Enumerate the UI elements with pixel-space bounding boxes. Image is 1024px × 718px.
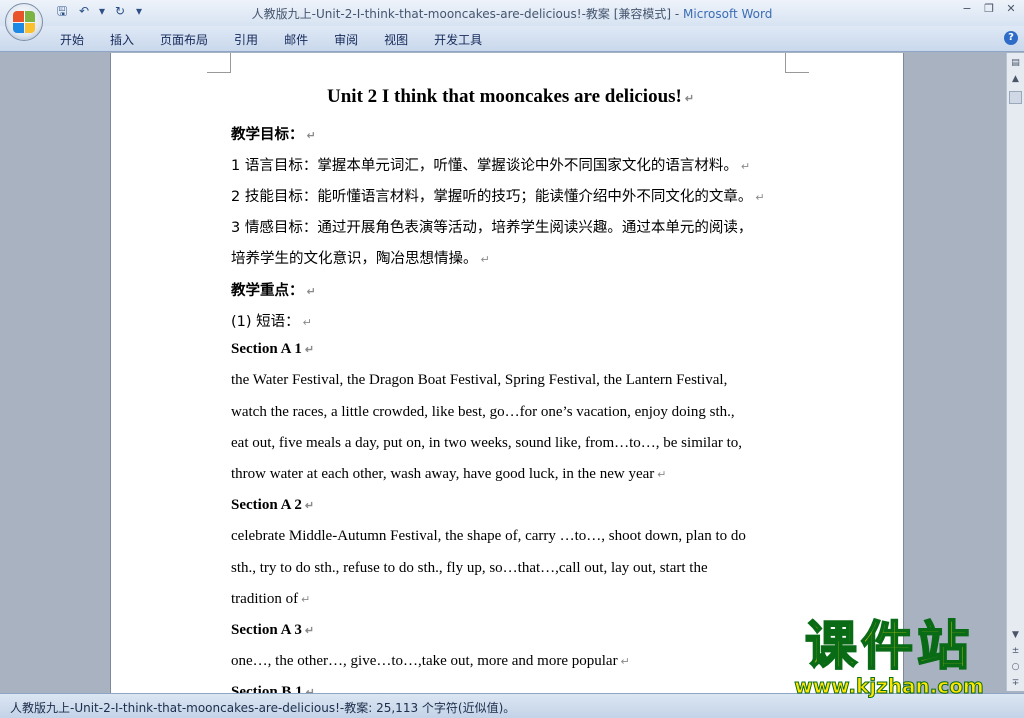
- doc-line: one…, the other…, give…to…,take out, mor…: [231, 653, 630, 669]
- doc-line: (1) 短语： ↵: [231, 314, 312, 330]
- tab-developer[interactable]: 开发工具: [434, 31, 482, 48]
- window-controls: − ❐ ✕: [960, 2, 1018, 15]
- doc-line: 3 情感目标：通过开展角色表演等活动，培养学生阅读兴趣。通过本单元的阅读，: [231, 220, 753, 236]
- margin-crop-mark: [207, 53, 231, 73]
- doc-line: celebrate Middle-Autumn Festival, the sh…: [231, 528, 746, 544]
- office-logo-icon: [13, 11, 35, 33]
- paragraph-mark: ↵: [684, 93, 695, 105]
- document-name: 人教版九上-Unit-2-I-think-that-mooncakes-are-…: [251, 7, 672, 21]
- tab-view[interactable]: 视图: [384, 31, 408, 48]
- minimize-icon[interactable]: −: [960, 2, 974, 15]
- document-page[interactable]: Unit 2 I think that mooncakes are delici…: [110, 53, 904, 693]
- office-button[interactable]: [5, 3, 43, 41]
- restore-icon[interactable]: ❐: [982, 2, 996, 15]
- app-name: Microsoft Word: [683, 7, 773, 21]
- tab-insert[interactable]: 插入: [110, 31, 134, 48]
- doc-line: Section A 2 ↵: [231, 497, 315, 513]
- close-icon[interactable]: ✕: [1004, 2, 1018, 15]
- help-icon[interactable]: ?: [1004, 31, 1018, 45]
- tab-page-layout[interactable]: 页面布局: [160, 31, 208, 48]
- doc-line: 2 技能目标：能听懂语言材料，掌握听的技巧；能读懂介绍中外不同文化的文章。 ↵: [231, 189, 765, 205]
- status-text: 人教版九上-Unit-2-I-think-that-mooncakes-are-…: [10, 701, 516, 715]
- window-title: 人教版九上-Unit-2-I-think-that-mooncakes-are-…: [251, 7, 773, 21]
- doc-line: tradition of ↵: [231, 591, 311, 607]
- scroll-down-icon[interactable]: ▼: [1009, 629, 1022, 642]
- vertical-scrollbar[interactable]: ▤ ▲ ▼ ± ○ ∓: [1006, 53, 1024, 691]
- scroll-up-icon[interactable]: ▲: [1009, 73, 1022, 86]
- doc-line: eat out, five meals a day, put on, in tw…: [231, 435, 743, 451]
- doc-line: 培养学生的文化意识，陶冶思想情操。 ↵: [231, 251, 490, 267]
- ruler-toggle-icon[interactable]: ▤: [1009, 57, 1022, 70]
- doc-line: 1 语言目标：掌握本单元词汇，听懂、掌握谈论中外不同国家文化的语言材料。 ↵: [231, 158, 751, 174]
- doc-line: 教学目标： ↵: [231, 127, 316, 143]
- watermark-url: www.kjzhan.com: [794, 674, 985, 699]
- doc-line: sth., try to do sth., refuse to do sth.,…: [231, 560, 708, 576]
- tab-home[interactable]: 开始: [60, 31, 84, 48]
- scroll-thumb[interactable]: [1009, 91, 1022, 104]
- ribbon: 开始 插入 页面布局 引用 邮件 审阅 视图 开发工具 ?: [0, 26, 1024, 52]
- doc-line: 教学重点： ↵: [231, 283, 316, 299]
- next-page-icon[interactable]: ∓: [1009, 677, 1022, 690]
- tab-review[interactable]: 审阅: [334, 31, 358, 48]
- browse-object-icon[interactable]: ○: [1009, 661, 1022, 674]
- doc-line: throw water at each other, wash away, ha…: [231, 466, 667, 482]
- tab-references[interactable]: 引用: [234, 31, 258, 48]
- watermark-text: 课件站: [804, 617, 973, 677]
- doc-line: Section A 3 ↵: [231, 622, 315, 638]
- document-title: Unit 2 I think that mooncakes are delici…: [327, 86, 695, 107]
- previous-page-icon[interactable]: ±: [1009, 645, 1022, 658]
- title-bar: 🖫 ↶ ▾ ↻ ▾ 人教版九上-Unit-2-I-think-that-moon…: [0, 0, 1024, 26]
- doc-line: watch the races, a little crowded, like …: [231, 404, 735, 420]
- doc-line: Section A 1 ↵: [231, 341, 315, 357]
- tab-mailings[interactable]: 邮件: [284, 31, 308, 48]
- ribbon-tabs: 开始 插入 页面布局 引用 邮件 审阅 视图 开发工具: [60, 31, 508, 48]
- watermark-logo: 课件站 www.kjzhan.com: [772, 617, 1006, 699]
- doc-line: Section B 1 ↵: [231, 684, 315, 693]
- margin-crop-mark: [785, 53, 809, 73]
- doc-line: the Water Festival, the Dragon Boat Fest…: [231, 372, 728, 388]
